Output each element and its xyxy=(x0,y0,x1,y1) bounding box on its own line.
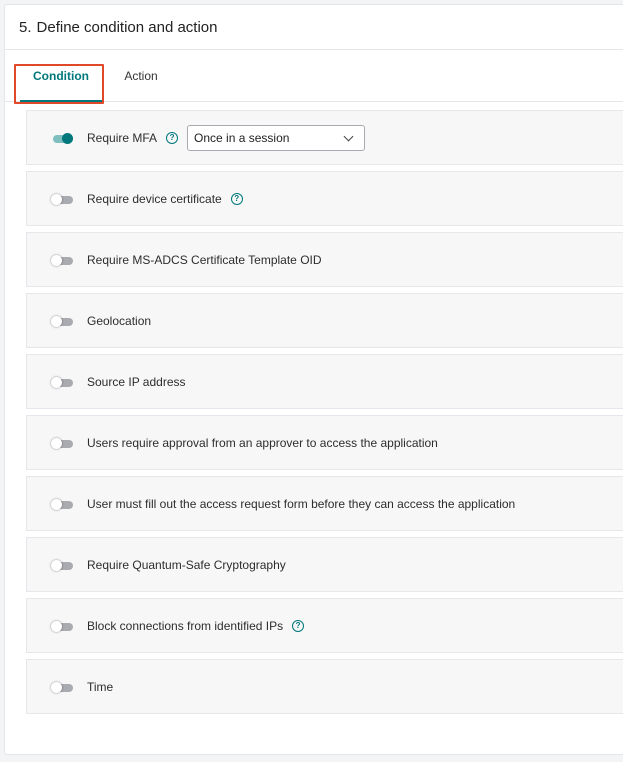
help-circle-icon[interactable]: ? xyxy=(292,619,305,632)
condition-label: Time xyxy=(87,679,114,694)
condition-row-device-certificate: Require device certificate ? xyxy=(26,171,623,226)
condition-label: User must fill out the access request fo… xyxy=(87,496,516,511)
device-certificate-toggle[interactable] xyxy=(51,193,73,205)
condition-label: Geolocation xyxy=(87,313,152,328)
condition-label: Require MFA xyxy=(87,130,158,145)
condition-label: Source IP address xyxy=(87,374,186,389)
condition-row-source-ip: Source IP address xyxy=(26,354,623,409)
access-request-form-toggle[interactable] xyxy=(51,498,73,510)
block-identified-ips-toggle[interactable] xyxy=(51,620,73,632)
section-number: 5. xyxy=(19,18,32,36)
source-ip-toggle[interactable] xyxy=(51,376,73,388)
condition-label: Require device certificate xyxy=(87,191,222,206)
require-mfa-toggle[interactable] xyxy=(51,132,73,144)
tab-bar: Condition Action xyxy=(5,50,623,104)
quantum-safe-toggle[interactable] xyxy=(51,559,73,571)
condition-row-quantum-safe: Require Quantum-Safe Cryptography xyxy=(26,537,623,592)
condition-label: Require Quantum-Safe Cryptography xyxy=(87,557,286,572)
section-title: Define condition and action xyxy=(36,18,218,36)
approver-toggle[interactable] xyxy=(51,437,73,449)
tab-action-label: Action xyxy=(124,68,158,83)
conditions-list: Require MFA ? Once in a session Require … xyxy=(26,110,623,720)
condition-row-access-request-form: User must fill out the access request fo… xyxy=(26,476,623,531)
condition-label: Require MS-ADCS Certificate Template OID xyxy=(87,252,322,267)
chevron-down-icon xyxy=(343,131,354,141)
condition-row-ms-adcs-oid: Require MS-ADCS Certificate Template OID xyxy=(26,232,623,287)
mfa-frequency-select[interactable]: Once in a session xyxy=(187,124,366,151)
condition-row-geolocation: Geolocation xyxy=(26,293,623,348)
help-circle-icon[interactable]: ? xyxy=(166,131,179,144)
mfa-frequency-value: Once in a session xyxy=(194,130,290,145)
condition-row-block-identified-ips: Block connections from identified IPs ? xyxy=(26,598,623,653)
tab-action[interactable]: Action xyxy=(109,50,173,101)
highlight-annotation xyxy=(14,64,104,104)
condition-label: Users require approval from an approver … xyxy=(87,435,438,450)
time-toggle[interactable] xyxy=(51,681,73,693)
condition-label: Block connections from identified IPs xyxy=(87,618,284,633)
geolocation-toggle[interactable] xyxy=(51,315,73,327)
condition-row-approver: Users require approval from an approver … xyxy=(26,415,623,470)
condition-row-require-mfa: Require MFA ? Once in a session xyxy=(26,110,623,165)
condition-row-time: Time xyxy=(26,659,623,714)
section-header: 5. Define condition and action xyxy=(5,5,623,50)
help-circle-icon[interactable]: ? xyxy=(230,192,243,205)
ms-adcs-oid-toggle[interactable] xyxy=(51,254,73,266)
